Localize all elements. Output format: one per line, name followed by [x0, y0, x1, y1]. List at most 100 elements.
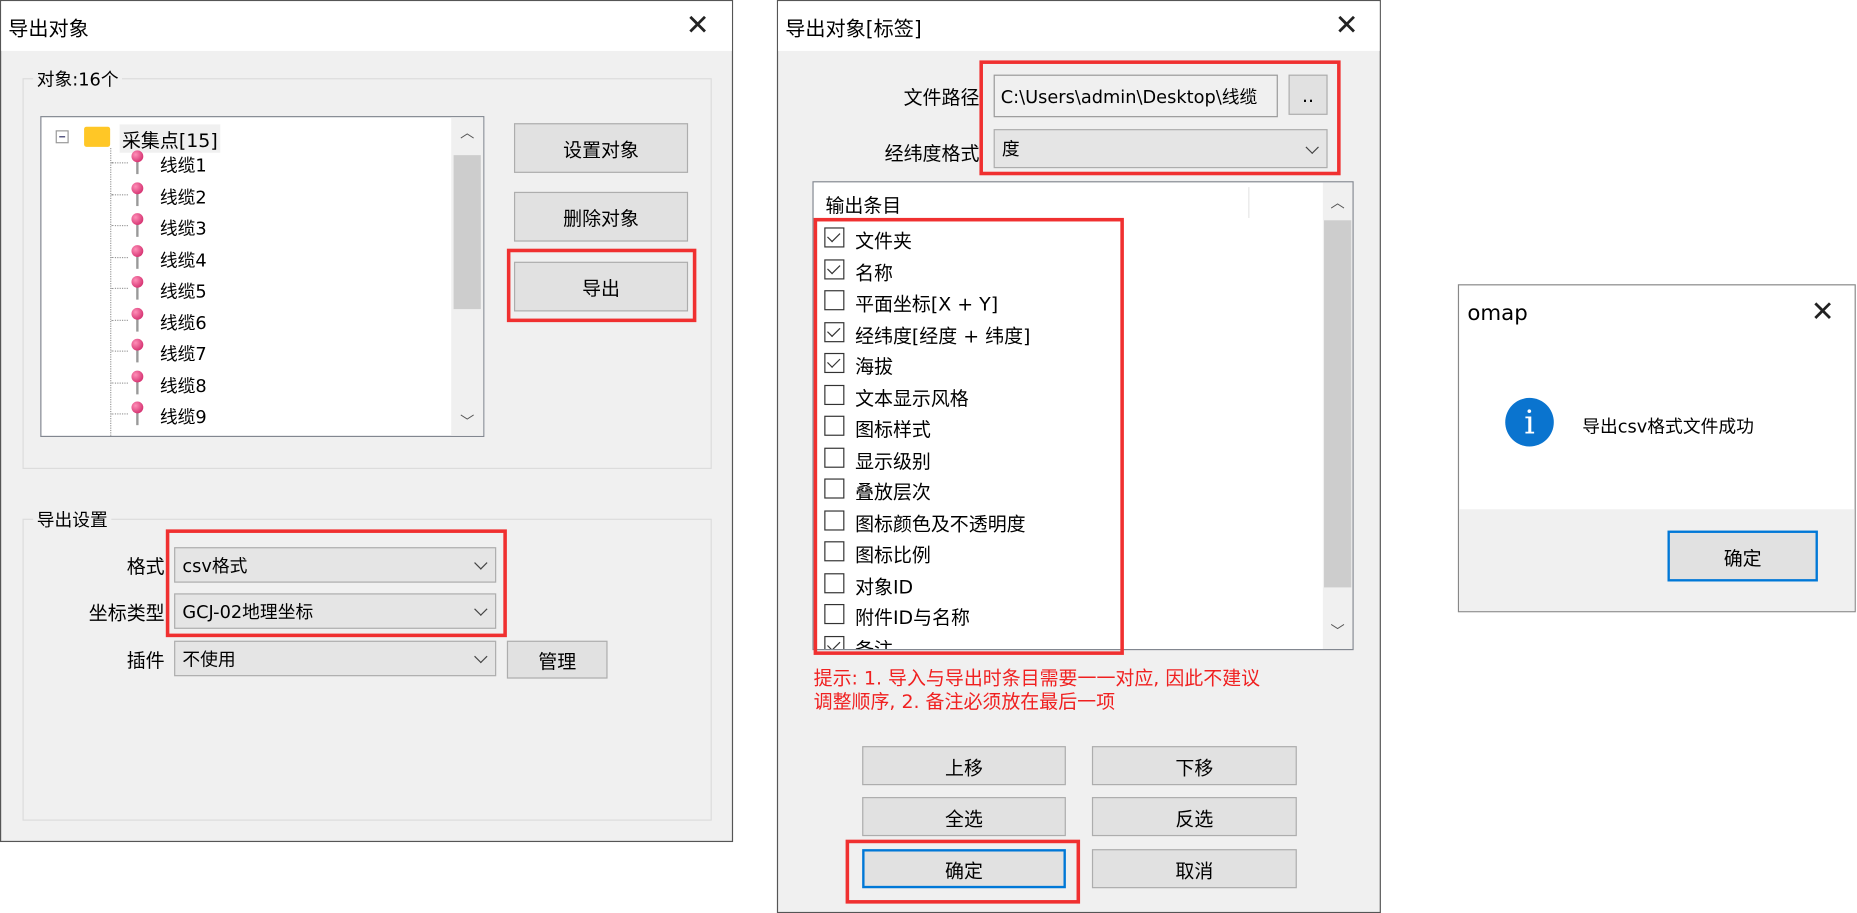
- list-item[interactable]: 显示级别: [855, 445, 931, 473]
- file-path-input[interactable]: [993, 74, 1278, 118]
- tree-item[interactable]: 线缆4: [160, 247, 207, 272]
- list-item[interactable]: 图标颜色及不透明度: [855, 507, 1026, 535]
- list-item[interactable]: 图标样式: [855, 413, 931, 441]
- item-checkbox[interactable]: [824, 352, 845, 374]
- message-text: 导出csv格式文件成功: [1582, 415, 1754, 438]
- item-checkbox[interactable]: [824, 478, 845, 499]
- chevron-down-icon: [474, 602, 488, 616]
- list-scrollbar[interactable]: ︿ ﹀: [1322, 182, 1353, 649]
- hint-line: 提示: 1. 导入与导出时条目需要一一对应, 因此不建议: [813, 666, 1261, 690]
- pin-icon: [131, 307, 144, 320]
- coord-type-value: GCJ-02地理坐标: [182, 601, 314, 623]
- export-button[interactable]: 导出: [513, 261, 689, 312]
- set-object-button[interactable]: 设置对象: [513, 123, 689, 173]
- tree-root[interactable]: 采集点[15]: [119, 124, 221, 153]
- tree-scrollbar[interactable]: ︿ ﹀: [451, 117, 484, 436]
- scroll-down-icon[interactable]: ﹀: [451, 411, 483, 431]
- dialog-title: 导出对象[标签]: [785, 17, 922, 42]
- chevron-down-icon: [474, 649, 488, 664]
- coord-type-label: 坐标类型: [88, 601, 165, 625]
- export-objects-dialog: 导出对象 ✕ 对象:16个 采集点[15] 线缆1 线缆2 线缆3 线缆4 线缆…: [0, 0, 734, 843]
- file-path-label: 文件路径: [903, 86, 980, 109]
- item-checkbox[interactable]: [824, 290, 845, 311]
- title-bar: 导出对象 ✕: [1, 1, 732, 51]
- pin-icon: [131, 275, 144, 288]
- format-select[interactable]: csv格式: [174, 547, 497, 583]
- pin-icon: [131, 150, 144, 163]
- plugin-label: 插件: [126, 648, 165, 672]
- list-item[interactable]: 叠放层次: [855, 476, 931, 504]
- dialog-title: 导出对象: [8, 17, 89, 42]
- delete-object-button[interactable]: 删除对象: [513, 191, 689, 242]
- list-item[interactable]: 备注: [855, 633, 893, 649]
- list-item[interactable]: 对象ID: [855, 570, 913, 598]
- list-item[interactable]: 海拔: [855, 351, 893, 379]
- select-all-button[interactable]: 全选: [862, 797, 1066, 837]
- title-bar: 导出对象[标签] ✕: [778, 1, 1380, 51]
- chevron-down-icon: [474, 556, 488, 570]
- tree-item[interactable]: 线缆8: [160, 372, 207, 397]
- tree-item[interactable]: 线缆7: [160, 341, 207, 366]
- list-item[interactable]: 名称: [855, 256, 893, 284]
- item-checkbox[interactable]: [824, 447, 845, 468]
- cancel-button[interactable]: 取消: [1091, 849, 1297, 889]
- hint-text: 提示: 1. 导入与导出时条目需要一一对应, 因此不建议 调整顺序, 2. 备注…: [814, 667, 1371, 714]
- latlon-format-value: 度: [1001, 138, 1020, 160]
- format-label: 格式: [126, 555, 165, 578]
- list-item[interactable]: 附件ID与名称: [855, 602, 970, 630]
- latlon-format-select[interactable]: 度: [993, 129, 1328, 169]
- item-checkbox[interactable]: [824, 603, 845, 625]
- chevron-down-icon: [1305, 140, 1319, 154]
- object-tree[interactable]: 采集点[15] 线缆1 线缆2 线缆3 线缆4 线缆5 线缆6 线缆7 线缆8 …: [40, 116, 485, 438]
- pin-icon: [131, 370, 144, 382]
- item-checkbox[interactable]: [824, 572, 845, 593]
- scroll-thumb[interactable]: [1324, 220, 1352, 588]
- hint-line: 调整顺序, 2. 备注必须放在最后一项: [813, 690, 1116, 713]
- plugin-value: 不使用: [182, 648, 236, 670]
- scroll-up-icon[interactable]: ︿: [451, 122, 483, 142]
- list-item[interactable]: 平面坐标[X + Y]: [855, 288, 998, 316]
- move-down-button[interactable]: 下移: [1091, 746, 1297, 786]
- move-up-button[interactable]: 上移: [862, 746, 1066, 786]
- coord-type-select[interactable]: GCJ-02地理坐标: [174, 593, 497, 629]
- output-items-list[interactable]: 输出条目 文件夹 名称 平面坐标[X + Y] 经纬度[经度 + 纬度] 海拔 …: [812, 181, 1354, 651]
- tree-item[interactable]: 线缆9: [160, 404, 207, 429]
- message-box-title: omap: [1467, 300, 1528, 326]
- list-item[interactable]: 图标比例: [855, 539, 931, 567]
- scroll-up-icon[interactable]: ︿: [1323, 192, 1353, 212]
- tree-item[interactable]: 线缆1: [160, 153, 207, 178]
- plugin-select[interactable]: 不使用: [174, 640, 497, 677]
- tree-item[interactable]: 线缆2: [160, 184, 207, 209]
- message-box: omap ✕ i 导出csv格式文件成功 确定: [1457, 284, 1856, 613]
- manage-button[interactable]: 管理: [506, 640, 608, 679]
- tree-item[interactable]: 线缆3: [160, 216, 207, 241]
- invert-selection-button[interactable]: 反选: [1091, 797, 1297, 837]
- settings-group-label: 导出设置: [33, 506, 112, 532]
- tree-item[interactable]: 线缆5: [160, 278, 207, 303]
- browse-button[interactable]: ..: [1288, 74, 1328, 115]
- item-checkbox[interactable]: [824, 635, 845, 649]
- pin-icon: [131, 213, 144, 226]
- format-value: csv格式: [182, 554, 248, 577]
- ok-button[interactable]: 确定: [1667, 530, 1818, 582]
- scroll-thumb[interactable]: [453, 155, 481, 310]
- close-icon[interactable]: ✕: [686, 8, 710, 41]
- close-icon[interactable]: ✕: [1335, 8, 1359, 41]
- tree-item[interactable]: 线缆6: [160, 310, 207, 335]
- scroll-down-icon[interactable]: ﹀: [1323, 621, 1353, 641]
- item-checkbox[interactable]: [824, 415, 845, 436]
- list-item[interactable]: 经纬度[经度 + 纬度]: [855, 319, 1030, 347]
- collapse-icon[interactable]: [55, 130, 69, 144]
- item-checkbox[interactable]: [824, 227, 845, 248]
- list-item[interactable]: 文本显示风格: [855, 382, 969, 410]
- export-tags-dialog: 导出对象[标签] ✕ 文件路径 .. 经纬度格式 度 输出条目 文件夹 名称 平…: [776, 0, 1381, 913]
- item-checkbox[interactable]: [824, 509, 845, 530]
- item-checkbox[interactable]: [824, 384, 845, 405]
- ok-button[interactable]: 确定: [862, 849, 1066, 889]
- close-icon[interactable]: ✕: [1811, 295, 1835, 328]
- list-item[interactable]: 文件夹: [855, 225, 912, 253]
- item-checkbox[interactable]: [824, 321, 845, 342]
- item-checkbox[interactable]: [824, 541, 845, 562]
- folder-icon: [84, 126, 111, 147]
- item-checkbox[interactable]: [824, 258, 845, 279]
